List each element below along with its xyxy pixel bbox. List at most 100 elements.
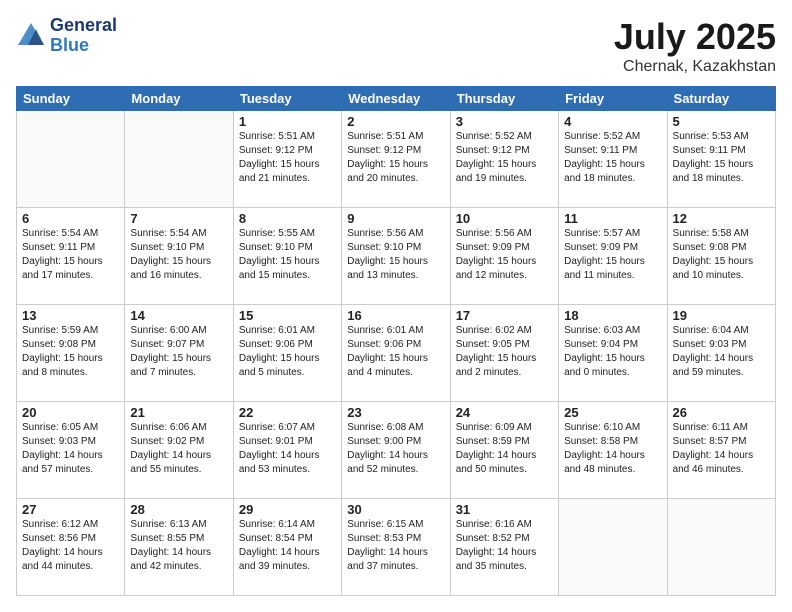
header-wednesday: Wednesday [342,87,450,111]
day-info: Sunrise: 6:01 AM Sunset: 9:06 PM Dayligh… [239,324,336,380]
calendar-cell: 29Sunrise: 6:14 AM Sunset: 8:54 PM Dayli… [233,499,341,596]
page: General Blue July 2025 Chernak, Kazakhst… [0,0,792,612]
day-number: 4 [564,114,661,129]
calendar-cell [559,499,667,596]
day-info: Sunrise: 6:07 AM Sunset: 9:01 PM Dayligh… [239,421,336,477]
day-info: Sunrise: 5:57 AM Sunset: 9:09 PM Dayligh… [564,227,661,283]
day-info: Sunrise: 6:00 AM Sunset: 9:07 PM Dayligh… [130,324,227,380]
day-number: 7 [130,211,227,226]
day-info: Sunrise: 5:56 AM Sunset: 9:10 PM Dayligh… [347,227,444,283]
calendar-cell: 10Sunrise: 5:56 AM Sunset: 9:09 PM Dayli… [450,208,558,305]
calendar-cell: 13Sunrise: 5:59 AM Sunset: 9:08 PM Dayli… [17,305,125,402]
calendar-cell: 12Sunrise: 5:58 AM Sunset: 9:08 PM Dayli… [667,208,775,305]
day-info: Sunrise: 6:03 AM Sunset: 9:04 PM Dayligh… [564,324,661,380]
day-number: 5 [673,114,770,129]
day-info: Sunrise: 6:08 AM Sunset: 9:00 PM Dayligh… [347,421,444,477]
header-tuesday: Tuesday [233,87,341,111]
day-info: Sunrise: 5:58 AM Sunset: 9:08 PM Dayligh… [673,227,770,283]
day-number: 9 [347,211,444,226]
day-info: Sunrise: 6:16 AM Sunset: 8:52 PM Dayligh… [456,518,553,574]
calendar-week-5: 27Sunrise: 6:12 AM Sunset: 8:56 PM Dayli… [17,499,776,596]
header-monday: Monday [125,87,233,111]
day-number: 16 [347,308,444,323]
calendar-cell: 8Sunrise: 5:55 AM Sunset: 9:10 PM Daylig… [233,208,341,305]
calendar-cell: 22Sunrise: 6:07 AM Sunset: 9:01 PM Dayli… [233,402,341,499]
calendar-cell: 27Sunrise: 6:12 AM Sunset: 8:56 PM Dayli… [17,499,125,596]
day-number: 10 [456,211,553,226]
calendar-cell: 11Sunrise: 5:57 AM Sunset: 9:09 PM Dayli… [559,208,667,305]
title-block: July 2025 Chernak, Kazakhstan [614,16,776,76]
day-number: 30 [347,502,444,517]
day-info: Sunrise: 5:54 AM Sunset: 9:10 PM Dayligh… [130,227,227,283]
calendar-cell: 26Sunrise: 6:11 AM Sunset: 8:57 PM Dayli… [667,402,775,499]
day-number: 26 [673,405,770,420]
day-number: 6 [22,211,119,226]
day-info: Sunrise: 5:56 AM Sunset: 9:09 PM Dayligh… [456,227,553,283]
day-info: Sunrise: 5:52 AM Sunset: 9:11 PM Dayligh… [564,130,661,186]
logo-text: General Blue [50,16,117,56]
calendar-cell: 19Sunrise: 6:04 AM Sunset: 9:03 PM Dayli… [667,305,775,402]
main-title: July 2025 [614,16,776,58]
day-info: Sunrise: 6:09 AM Sunset: 8:59 PM Dayligh… [456,421,553,477]
day-info: Sunrise: 5:59 AM Sunset: 9:08 PM Dayligh… [22,324,119,380]
day-number: 17 [456,308,553,323]
day-number: 3 [456,114,553,129]
calendar-cell: 2Sunrise: 5:51 AM Sunset: 9:12 PM Daylig… [342,111,450,208]
calendar-week-4: 20Sunrise: 6:05 AM Sunset: 9:03 PM Dayli… [17,402,776,499]
calendar-cell: 4Sunrise: 5:52 AM Sunset: 9:11 PM Daylig… [559,111,667,208]
day-number: 12 [673,211,770,226]
header-friday: Friday [559,87,667,111]
calendar-cell: 30Sunrise: 6:15 AM Sunset: 8:53 PM Dayli… [342,499,450,596]
logo-line2: Blue [50,36,117,56]
calendar-cell [17,111,125,208]
day-number: 18 [564,308,661,323]
calendar-cell: 14Sunrise: 6:00 AM Sunset: 9:07 PM Dayli… [125,305,233,402]
day-number: 20 [22,405,119,420]
day-number: 31 [456,502,553,517]
calendar-cell: 20Sunrise: 6:05 AM Sunset: 9:03 PM Dayli… [17,402,125,499]
day-number: 1 [239,114,336,129]
calendar-cell: 1Sunrise: 5:51 AM Sunset: 9:12 PM Daylig… [233,111,341,208]
calendar-cell: 18Sunrise: 6:03 AM Sunset: 9:04 PM Dayli… [559,305,667,402]
calendar-cell: 31Sunrise: 6:16 AM Sunset: 8:52 PM Dayli… [450,499,558,596]
calendar-cell: 15Sunrise: 6:01 AM Sunset: 9:06 PM Dayli… [233,305,341,402]
day-number: 23 [347,405,444,420]
day-number: 21 [130,405,227,420]
calendar-cell [667,499,775,596]
header: General Blue July 2025 Chernak, Kazakhst… [16,16,776,76]
day-info: Sunrise: 6:02 AM Sunset: 9:05 PM Dayligh… [456,324,553,380]
logo-line1: General [50,16,117,36]
calendar-header-row: Sunday Monday Tuesday Wednesday Thursday… [17,87,776,111]
day-info: Sunrise: 6:14 AM Sunset: 8:54 PM Dayligh… [239,518,336,574]
calendar-week-2: 6Sunrise: 5:54 AM Sunset: 9:11 PM Daylig… [17,208,776,305]
day-info: Sunrise: 6:11 AM Sunset: 8:57 PM Dayligh… [673,421,770,477]
calendar-cell: 9Sunrise: 5:56 AM Sunset: 9:10 PM Daylig… [342,208,450,305]
day-info: Sunrise: 5:53 AM Sunset: 9:11 PM Dayligh… [673,130,770,186]
calendar-cell: 3Sunrise: 5:52 AM Sunset: 9:12 PM Daylig… [450,111,558,208]
calendar-table: Sunday Monday Tuesday Wednesday Thursday… [16,86,776,596]
day-number: 19 [673,308,770,323]
day-number: 14 [130,308,227,323]
calendar-cell: 16Sunrise: 6:01 AM Sunset: 9:06 PM Dayli… [342,305,450,402]
header-thursday: Thursday [450,87,558,111]
day-info: Sunrise: 5:54 AM Sunset: 9:11 PM Dayligh… [22,227,119,283]
calendar-week-3: 13Sunrise: 5:59 AM Sunset: 9:08 PM Dayli… [17,305,776,402]
calendar-cell: 5Sunrise: 5:53 AM Sunset: 9:11 PM Daylig… [667,111,775,208]
day-number: 22 [239,405,336,420]
day-number: 27 [22,502,119,517]
day-info: Sunrise: 5:52 AM Sunset: 9:12 PM Dayligh… [456,130,553,186]
day-info: Sunrise: 5:51 AM Sunset: 9:12 PM Dayligh… [347,130,444,186]
calendar-cell: 25Sunrise: 6:10 AM Sunset: 8:58 PM Dayli… [559,402,667,499]
day-info: Sunrise: 6:12 AM Sunset: 8:56 PM Dayligh… [22,518,119,574]
day-number: 11 [564,211,661,226]
day-info: Sunrise: 5:55 AM Sunset: 9:10 PM Dayligh… [239,227,336,283]
day-number: 24 [456,405,553,420]
header-sunday: Sunday [17,87,125,111]
day-info: Sunrise: 6:06 AM Sunset: 9:02 PM Dayligh… [130,421,227,477]
day-number: 15 [239,308,336,323]
subtitle: Chernak, Kazakhstan [614,58,776,76]
calendar-cell: 7Sunrise: 5:54 AM Sunset: 9:10 PM Daylig… [125,208,233,305]
logo-icon [16,21,46,51]
calendar-cell [125,111,233,208]
calendar-cell: 28Sunrise: 6:13 AM Sunset: 8:55 PM Dayli… [125,499,233,596]
